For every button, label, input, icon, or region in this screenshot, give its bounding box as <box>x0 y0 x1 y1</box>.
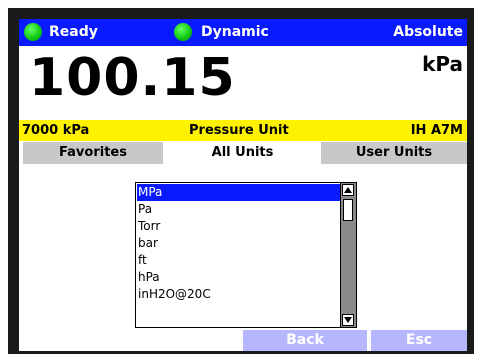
list-item-torr[interactable]: Torr <box>137 218 340 235</box>
ready-status: Ready <box>49 24 98 40</box>
display-screen: Ready Dynamic Absolute 100.15 kPa 7000 k… <box>19 19 467 351</box>
scroll-down-arrow-icon[interactable] <box>342 314 354 326</box>
back-button[interactable]: Back <box>243 330 367 351</box>
list-item-pa[interactable]: Pa <box>137 201 340 218</box>
reference-status: Absolute <box>393 24 463 40</box>
list-item-ft[interactable]: ft <box>137 252 340 269</box>
list-scrollbar[interactable] <box>340 183 356 327</box>
esc-button[interactable]: Esc <box>371 330 467 351</box>
info-bar: 7000 kPa Pressure Unit IH A7M <box>19 120 467 141</box>
list-item-bar[interactable]: bar <box>137 235 340 252</box>
list-item-mpa[interactable]: MPa <box>137 184 340 201</box>
range-label: 7000 kPa <box>22 123 90 138</box>
scroll-thumb[interactable] <box>343 199 353 221</box>
unit-tabs: Favorites All Units User Units <box>19 142 467 164</box>
mode-status: Dynamic <box>201 24 269 40</box>
status-bar: Ready Dynamic Absolute <box>19 19 467 46</box>
pressure-reading: 100.15 <box>29 48 236 108</box>
screen-title: Pressure Unit <box>189 123 289 138</box>
tab-favorites[interactable]: Favorites <box>23 142 163 164</box>
ready-indicator-icon <box>24 23 42 41</box>
model-label: IH A7M <box>410 123 463 138</box>
list-item-hpa[interactable]: hPa <box>137 269 340 286</box>
scroll-up-arrow-icon[interactable] <box>342 184 354 196</box>
device-frame: Ready Dynamic Absolute 100.15 kPa 7000 k… <box>8 8 474 354</box>
pressure-unit: kPa <box>422 52 463 76</box>
tab-all-units[interactable]: All Units <box>168 142 317 164</box>
unit-listbox[interactable]: MPa Pa Torr bar ft hPa inH2O@20C <box>135 182 357 328</box>
tab-user-units[interactable]: User Units <box>321 142 467 164</box>
list-item-inh2o-20c[interactable]: inH2O@20C <box>137 286 340 303</box>
unit-list: MPa Pa Torr bar ft hPa inH2O@20C <box>137 184 340 303</box>
dynamic-indicator-icon <box>174 23 192 41</box>
